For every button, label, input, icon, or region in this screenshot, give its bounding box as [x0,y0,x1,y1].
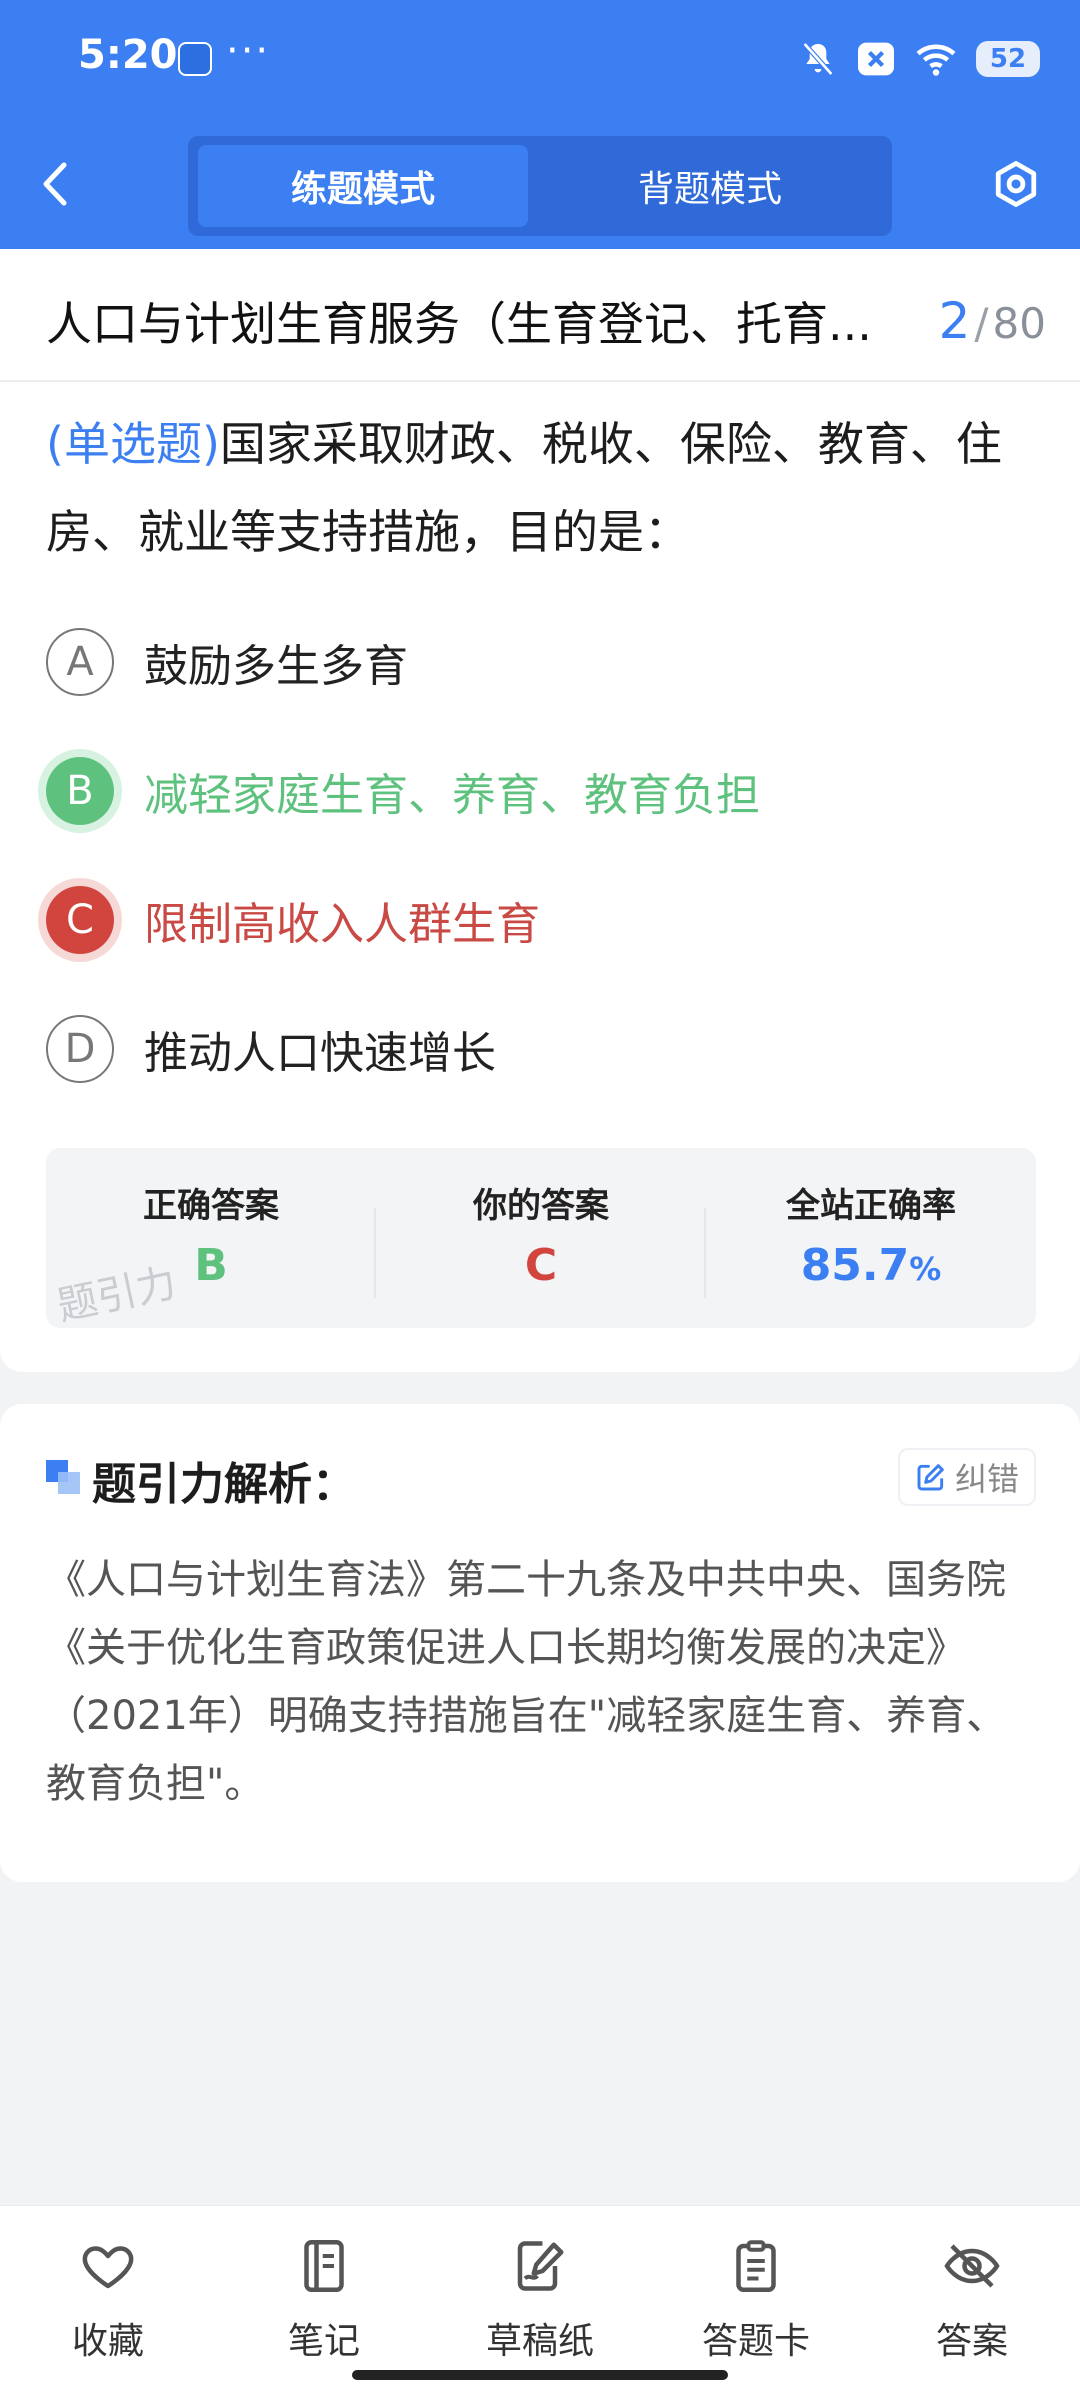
section-title: 人口与计划生育服务（生育登记、托育... [46,297,872,351]
notebook-icon [304,2240,344,2292]
option-d[interactable]: D 推动人口快速增长 [46,1013,496,1085]
option-text: 限制高收入人群生育 [144,899,540,950]
answer-card-icon [736,2240,776,2292]
wifi-icon [916,44,956,76]
total-question-count: 80 [992,299,1046,348]
close-box-icon [858,42,894,76]
toolbar-label: 草稿纸 [485,2321,594,2362]
report-error-button[interactable]: 纠错 [898,1448,1036,1506]
analysis-body: 《人口与计划生育法》第二十九条及中共中央、国务院《关于优化生育政策促进人口长期均… [46,1557,1007,1807]
answer-card-button[interactable]: 答题卡 [681,2236,831,2364]
draft-paper-icon [517,2241,564,2291]
heart-icon [82,2246,134,2289]
show-answer-button[interactable]: 答案 [897,2236,1047,2364]
draft-paper-button[interactable]: 草稿纸 [465,2236,615,2364]
stat-label: 你的答案 [473,1186,609,1226]
toolbar-label: 笔记 [287,2321,360,2362]
chevron-left-icon [43,162,67,206]
stat-label: 全站正确率 [786,1186,956,1226]
option-text: 鼓励多生多育 [144,641,408,692]
eye-off-icon [944,2244,1000,2288]
notes-button[interactable]: 笔记 [249,2236,399,2364]
status-icons: 52 [798,34,1040,84]
question-header: 人口与计划生育服务（生育登记、托育... 2 / 80 [46,285,1046,357]
home-indicator[interactable] [352,2370,728,2380]
divider [0,380,1080,382]
analysis-title: 题引力解析： [92,1459,356,1510]
accuracy-number: 85.7 [800,1240,910,1291]
stat-label: 正确答案 [143,1186,279,1226]
tab-practice-mode[interactable]: 练题模式 [198,145,528,227]
your-answer-stat: 你的答案 C [376,1148,706,1328]
settings-button[interactable] [990,158,1042,210]
settings-icon [995,161,1037,207]
status-time: 5:20 [78,32,178,78]
option-text: 推动人口快速增长 [144,1028,496,1079]
battery-indicator: 52 [976,41,1040,77]
accuracy-unit: % [909,1250,942,1288]
status-more-dots: ··· [226,28,271,74]
question-stem: (单选题)国家采取财政、税收、保险、教育、住房、就业等支持措施，目的是： [46,400,1041,576]
site-accuracy-value: 85.7% [706,1240,1036,1291]
toolbar-label: 答案 [935,2321,1008,2362]
tab-memorize-mode[interactable]: 背题模式 [538,145,882,227]
wallet-app-icon [178,42,212,76]
question-type-label: (单选题) [46,417,220,471]
current-question-number: 2 [938,292,971,350]
option-c[interactable]: C 限制高收入人群生育 [46,884,540,956]
option-letter: C [46,886,114,954]
analysis-squares-icon [46,1460,82,1496]
toolbar-label: 答题卡 [701,2321,810,2362]
toolbar-label: 收藏 [71,2321,144,2362]
mode-switch: 练题模式 背题模式 [188,136,892,236]
counter-separator: / [974,299,989,348]
option-text: 减轻家庭生育、养育、教育负担 [144,770,760,821]
question-counter[interactable]: 2 / 80 [939,292,1046,350]
option-letter: B [46,757,114,825]
favorite-button[interactable]: 收藏 [33,2236,183,2364]
edit-icon [917,1464,944,1491]
option-letter: D [46,1015,114,1083]
your-answer-value: C [524,1240,558,1291]
option-b[interactable]: B 减轻家庭生育、养育、教育负担 [46,755,760,827]
back-button[interactable] [40,158,84,210]
report-error-label: 纠错 [954,1460,1019,1498]
site-accuracy-stat: 全站正确率 85.7% [706,1148,1036,1328]
option-a[interactable]: A 鼓励多生多育 [46,626,408,698]
option-letter: A [46,628,114,696]
bell-off-icon [802,42,834,76]
answer-stats: 正确答案 B 你的答案 C 全站正确率 85.7% [46,1148,1036,1328]
